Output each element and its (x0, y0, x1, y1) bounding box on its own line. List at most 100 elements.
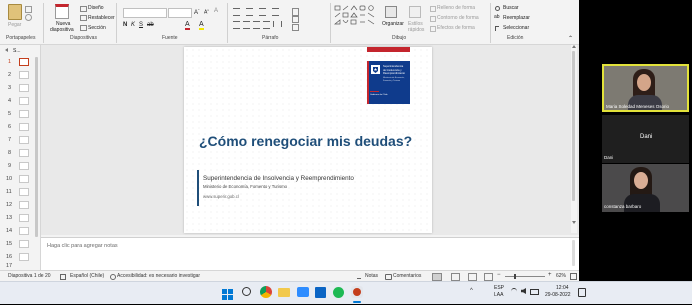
video-app-icon[interactable] (297, 287, 309, 297)
scroll-thumb[interactable] (572, 51, 575, 201)
quick-styles-icon[interactable] (409, 6, 421, 18)
shape-outline-icon[interactable] (430, 16, 436, 22)
wifi-icon[interactable] (511, 288, 517, 295)
select-button[interactable]: Seleccionar (503, 25, 529, 31)
comments-icon[interactable] (385, 274, 392, 280)
notes-icon[interactable] (357, 274, 361, 279)
clock-date[interactable]: 29-08-2022 (545, 292, 571, 298)
arrange-button[interactable]: Organizar (382, 21, 404, 27)
zoom-level[interactable]: 62% (556, 273, 566, 279)
copy-icon[interactable] (25, 6, 32, 13)
reading-view-icon[interactable] (468, 273, 477, 281)
fit-to-window-icon[interactable] (570, 273, 577, 280)
font-color-icon[interactable]: A (185, 21, 190, 30)
slideshow-icon[interactable] (484, 273, 493, 281)
shape-fill-button[interactable]: Relleno de forma (437, 5, 475, 11)
zoom-slider-track[interactable] (505, 276, 545, 277)
shrink-font-icon[interactable]: Av (204, 8, 209, 16)
notes-placeholder[interactable]: Haga clic para agregar notas (47, 243, 118, 249)
language-line-2[interactable]: LAA (494, 292, 503, 298)
underline-icon[interactable]: S (139, 22, 143, 28)
language-line-1[interactable]: ESP (494, 285, 504, 291)
notes-scrollbar[interactable] (572, 240, 575, 266)
thumbnail-8[interactable]: 8 (0, 148, 40, 160)
thumbnail-12[interactable]: 12 (0, 200, 40, 212)
shapes-gallery[interactable] (334, 5, 376, 29)
tray-overflow-icon[interactable]: ^ (470, 288, 473, 294)
decrease-indent-icon[interactable] (259, 8, 266, 16)
smartart-icon[interactable] (292, 24, 299, 31)
accessibility-icon[interactable] (110, 274, 116, 280)
text-direction-icon[interactable] (292, 8, 299, 16)
columns-icon[interactable] (273, 21, 282, 27)
clear-format-icon[interactable]: A (214, 8, 218, 14)
align-right-icon[interactable] (253, 21, 260, 29)
comments-button[interactable]: Comentarios (393, 273, 421, 279)
thumbnail-14[interactable]: 14 (0, 226, 40, 238)
thumbnail-5[interactable]: 5 (0, 109, 40, 121)
thumbnail-scrollbar[interactable] (35, 57, 38, 237)
zoom-out-button[interactable]: − (497, 272, 501, 278)
start-button[interactable] (222, 287, 233, 300)
increase-indent-icon[interactable] (272, 8, 279, 16)
search-icon[interactable] (495, 6, 500, 11)
new-slide-button-line2[interactable]: diapositiva (50, 27, 74, 33)
participant-tile-2[interactable]: Dani Dani (602, 115, 689, 163)
thumbnail-3[interactable]: 3 (0, 83, 40, 95)
thumbnail-10[interactable]: 10 (0, 174, 40, 186)
find-button[interactable]: Buscar (503, 5, 519, 11)
bullets-icon[interactable] (233, 8, 240, 16)
thumbnail-17[interactable]: 17 (0, 263, 40, 270)
thumbnail-11[interactable]: 11 (0, 187, 40, 199)
notifications-icon[interactable] (578, 288, 586, 297)
participant-tile-1[interactable]: Maria Soledad Meneses Osorio (602, 64, 689, 112)
chrome-icon[interactable] (260, 286, 272, 298)
spellcheck-icon[interactable] (60, 274, 66, 280)
scroll-up-icon[interactable] (572, 45, 576, 48)
zoom-slider-thumb[interactable] (514, 274, 516, 279)
replace-button[interactable]: Reemplazar (503, 15, 530, 21)
grow-font-icon[interactable]: A^ (194, 8, 199, 16)
normal-view-icon[interactable] (432, 273, 442, 281)
quick-styles-button-line2[interactable]: rápidos (408, 27, 424, 33)
scroll-down-icon[interactable] (572, 221, 576, 224)
paste-button[interactable]: Pegar (8, 22, 21, 28)
arrange-icon[interactable] (385, 6, 397, 18)
thumbnail-7[interactable]: 7 (0, 135, 40, 147)
section-button[interactable]: Sección (88, 25, 106, 31)
zoom-in-button[interactable]: + (548, 272, 552, 278)
file-explorer-icon[interactable] (278, 288, 290, 297)
reset-button[interactable]: Restablecer (88, 15, 115, 21)
current-slide[interactable]: Superintendencia de Insolvencia y Reempr… (184, 47, 432, 233)
thumbnail-1[interactable]: 1 (0, 57, 40, 69)
volume-icon[interactable] (521, 288, 526, 294)
font-name-box[interactable] (123, 8, 167, 18)
notes-pane[interactable]: Haga clic para agregar notas (41, 237, 579, 270)
thumbnail-9[interactable]: 9 (0, 161, 40, 173)
cut-icon[interactable] (25, 14, 32, 21)
slide-title[interactable]: ¿Cómo renegociar mis deudas? (199, 133, 412, 149)
notes-button[interactable]: Notas (365, 273, 378, 279)
outlook-icon[interactable] (315, 287, 326, 298)
search-icon[interactable] (242, 287, 251, 296)
bold-icon[interactable]: N (123, 22, 127, 28)
shape-effects-button[interactable]: Efectos de forma (437, 25, 475, 31)
paste-icon[interactable] (8, 4, 22, 20)
thumbnail-2[interactable]: 2 (0, 70, 40, 82)
shape-outline-button[interactable]: Contorno de forma (437, 15, 479, 21)
language-indicator[interactable]: Español (Chile) (70, 273, 104, 279)
justify-icon[interactable] (263, 21, 270, 29)
shape-fill-icon[interactable] (430, 6, 436, 12)
align-text-icon[interactable] (292, 16, 299, 23)
collapse-ribbon-icon[interactable]: ⌃ (568, 35, 573, 42)
italic-icon[interactable]: K (131, 22, 135, 28)
collapse-pane-icon[interactable] (5, 48, 8, 52)
slide-sorter-icon[interactable] (451, 273, 460, 281)
participant-tile-3[interactable]: constanza barbaro (602, 164, 689, 212)
spotify-icon[interactable] (333, 287, 344, 298)
new-slide-icon[interactable] (55, 4, 69, 19)
layout-button[interactable]: Diseño (88, 5, 104, 11)
align-left-icon[interactable] (233, 21, 240, 29)
thumbnail-15[interactable]: 15 (0, 239, 40, 251)
thumbnail-6[interactable]: 6 (0, 122, 40, 134)
